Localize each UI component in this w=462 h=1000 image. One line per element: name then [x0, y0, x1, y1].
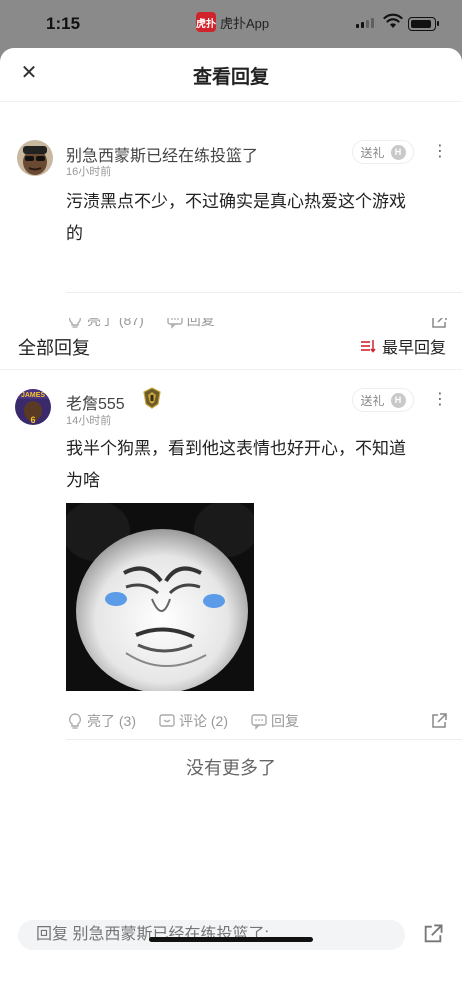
gift-button[interactable]: 送礼 H	[352, 140, 414, 164]
gift-button[interactable]: 送礼 H	[352, 388, 414, 412]
cellular-signal-icon	[356, 18, 374, 28]
svg-text:JAMES: JAMES	[21, 392, 45, 399]
username[interactable]: 老詹555	[66, 390, 125, 414]
share-icon[interactable]	[430, 712, 448, 730]
reply-icon	[251, 714, 267, 730]
comment-count: 评论 (2)	[179, 713, 228, 729]
status-bar: 1:15 虎扑 虎扑App	[0, 0, 462, 48]
comment-actions: 亮了 (3) 评论 (2) 回复	[66, 711, 321, 731]
comment-text: 污渍黑点不少，不过确实是真心热爱这个游戏 的	[66, 186, 446, 250]
wifi-icon	[383, 13, 403, 28]
share-icon[interactable]	[422, 923, 444, 945]
meme-image[interactable]	[66, 503, 254, 691]
battery-icon	[408, 17, 439, 31]
comment-text-line: 污渍黑点不少，不过确实是真心热爱这个游戏	[66, 192, 406, 211]
comment-text-line: 为啥	[66, 471, 100, 490]
comment-text-line: 我半个狗黑，看到他这表情也好开心，不知道	[66, 439, 406, 458]
comment-text-line: 的	[66, 224, 83, 243]
coin-icon: H	[390, 144, 406, 160]
divider	[66, 292, 462, 293]
replies-section-header: 全部回复 最早回复	[0, 318, 462, 370]
hupu-logo-icon: 虎扑	[196, 12, 216, 32]
home-indicator	[149, 937, 313, 942]
sort-button[interactable]: 最早回复	[360, 334, 446, 358]
lightbulb-icon	[68, 713, 82, 729]
more-options-icon[interactable]: ⋮	[432, 392, 448, 408]
original-comment: 别急西蒙斯已经在练投篮了 16小时前 送礼 H ⋮ 污渍黑点不少，不过确实是真心…	[0, 102, 462, 329]
like-button[interactable]: 亮了 (3)	[66, 711, 136, 731]
svg-text:6: 6	[30, 415, 35, 425]
status-time: 1:15	[46, 14, 81, 33]
avatar[interactable]: JAMES 6	[15, 389, 51, 425]
comment-text: 我半个狗黑，看到他这表情也好开心，不知道 为啥	[66, 433, 446, 497]
sort-icon	[360, 340, 376, 353]
coin-icon: H	[390, 392, 406, 408]
divider	[0, 306, 462, 318]
sort-label: 最早回复	[381, 340, 446, 357]
comment-button[interactable]: 评论 (2)	[158, 711, 228, 731]
no-more-text: 没有更多了	[186, 758, 276, 778]
comment-icon	[159, 714, 175, 727]
comment-time: 16小时前	[66, 166, 112, 178]
section-title: 全部回复	[18, 338, 90, 358]
sheet-header: ✕ 查看回复	[0, 48, 462, 102]
avatar[interactable]	[17, 140, 53, 176]
comment-time: 14小时前	[66, 415, 112, 427]
page-title: 查看回复	[192, 67, 269, 88]
like-count: 亮了 (3)	[87, 713, 136, 729]
more-options-icon[interactable]: ⋮	[432, 144, 448, 160]
gift-label: 送礼	[360, 145, 385, 160]
divider	[66, 739, 462, 740]
reply-label: 回复	[271, 713, 299, 729]
reply-button[interactable]: 回复	[250, 711, 299, 731]
rank-badge-icon	[143, 387, 161, 409]
reply-input[interactable]	[18, 920, 405, 950]
reply-sheet: ✕ 查看回复 别急西蒙斯已经在练投篮了 16小时前 送礼 H ⋮ 污渍黑点不少，…	[0, 48, 462, 1000]
gift-label: 送礼	[360, 393, 385, 408]
app-name: 虎扑App	[220, 15, 270, 31]
app-indicator: 虎扑 虎扑App	[196, 12, 269, 32]
